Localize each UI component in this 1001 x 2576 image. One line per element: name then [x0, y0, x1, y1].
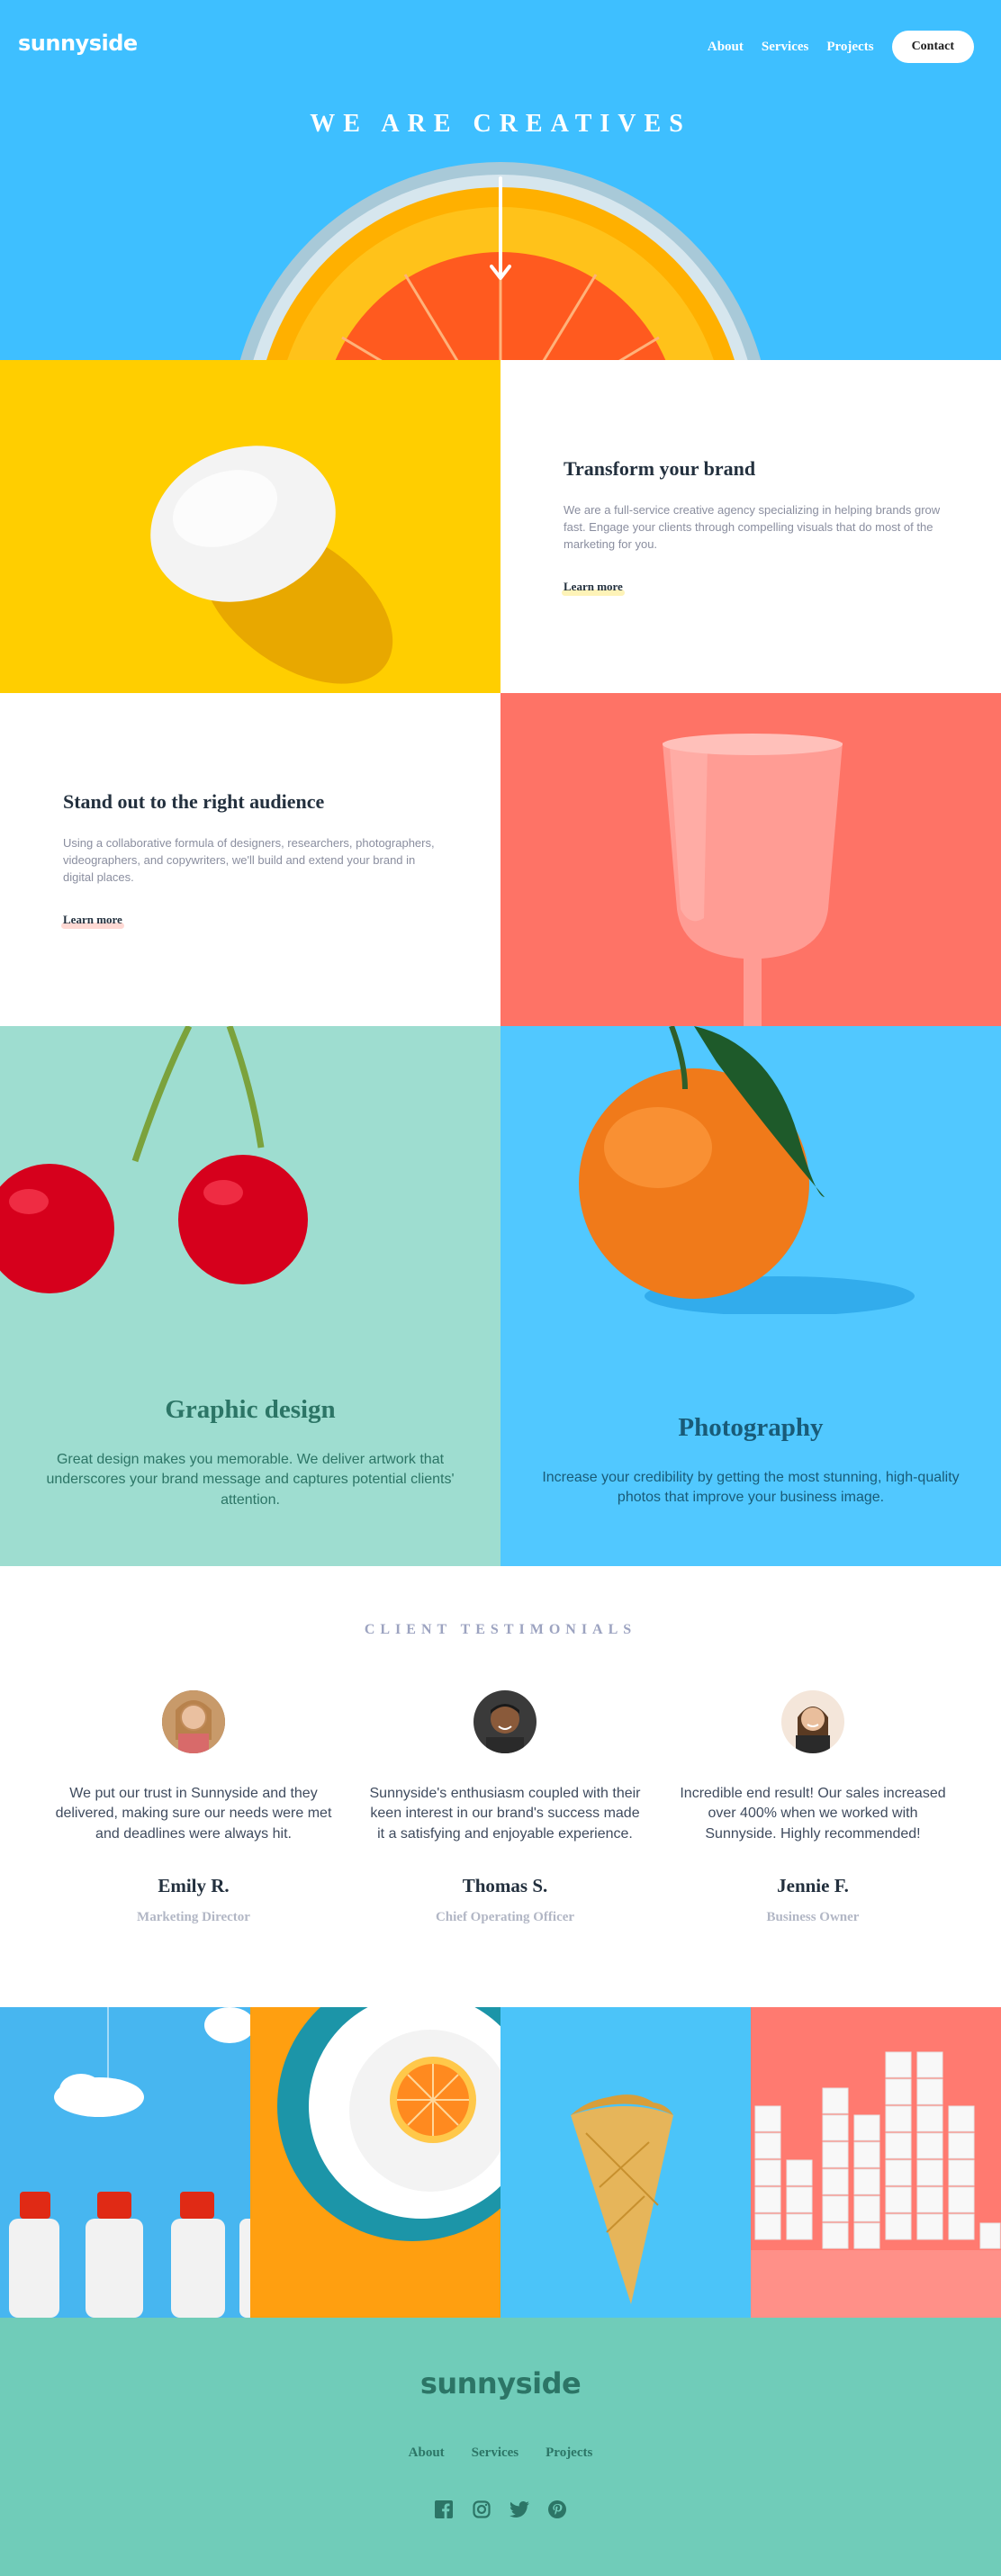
- testimonials-section: CLIENT TESTIMONIALS We put our trust in …: [0, 1566, 1001, 2007]
- testimonial-quote: We put our trust in Sunnyside and they d…: [55, 1786, 332, 1842]
- orange-fruit-image: [579, 1026, 915, 1314]
- graphic-design-text: Great design makes you memorable. We del…: [46, 1452, 455, 1508]
- photography-title: Photography: [678, 1413, 824, 1442]
- graphic-design-card: Graphic design Great design makes you me…: [0, 1026, 500, 1566]
- arrow-down-icon[interactable]: [490, 176, 511, 283]
- photography-card: Photography Increase your credibility by…: [500, 1026, 1001, 1566]
- footer-nav-about[interactable]: About: [409, 2445, 445, 2461]
- learn-more-link[interactable]: Learn more: [61, 912, 124, 929]
- footer-logo[interactable]: sunnyside: [0, 2366, 1001, 2400]
- logo[interactable]: sunnyside: [18, 31, 138, 56]
- graphic-design-title: Graphic design: [165, 1395, 336, 1424]
- transform-brand-title: Transform your brand: [564, 457, 756, 480]
- hero-section: sunnyside About Services Projects Contac…: [0, 0, 1001, 360]
- testimonial-role: Business Owner: [766, 1910, 860, 1925]
- social-links: [0, 2499, 1001, 2519]
- testimonial-role: Marketing Director: [137, 1910, 250, 1925]
- testimonials-title: CLIENT TESTIMONIALS: [364, 1622, 637, 1637]
- transform-brand-text: We are a full-service creative agency sp…: [564, 503, 941, 551]
- main-nav: About Services Projects Contact: [708, 31, 974, 63]
- footer: sunnyside About Services Projects: [0, 2318, 1001, 2576]
- stand-out-title: Stand out to the right audience: [63, 790, 325, 813]
- gallery-section: [0, 2007, 1001, 2318]
- pinterest-icon[interactable]: [547, 2499, 567, 2519]
- hero-title: WE ARE CREATIVES: [310, 110, 691, 138]
- facebook-icon[interactable]: [434, 2499, 454, 2519]
- testimonial-card: Incredible end result! Our sales increas…: [673, 1690, 952, 1925]
- testimonial-quote: Sunnyside's enthusiasm coupled with thei…: [369, 1786, 641, 1842]
- egg-image: [0, 360, 500, 693]
- testimonial-name: Thomas S.: [462, 1875, 548, 1897]
- cup-image: [500, 693, 1001, 1026]
- footer-nav-projects[interactable]: Projects: [546, 2445, 592, 2461]
- learn-more-label: Learn more: [564, 579, 623, 593]
- gallery-ice-cream-cone: [500, 2007, 751, 2318]
- testimonial-quote: Incredible end result! Our sales increas…: [680, 1786, 946, 1842]
- footer-nav: About Services Projects: [0, 2445, 1001, 2461]
- gallery-milk-bottles: [0, 2007, 250, 2318]
- learn-more-label: Learn more: [63, 912, 122, 926]
- photography-text: Increase your credibility by getting the…: [542, 1470, 960, 1506]
- avatar-thomas: [473, 1690, 537, 1753]
- nav-services[interactable]: Services: [762, 40, 808, 55]
- testimonial-card: We put our trust in Sunnyside and they d…: [54, 1690, 333, 1925]
- testimonial-role: Chief Operating Officer: [435, 1910, 575, 1925]
- testimonial-name: Jennie F.: [777, 1875, 849, 1897]
- contact-button[interactable]: Contact: [891, 31, 974, 63]
- nav-about[interactable]: About: [708, 40, 744, 55]
- gallery-sugar-cubes: [751, 2007, 1001, 2318]
- stand-out-text: Using a collaborative formula of designe…: [63, 836, 435, 884]
- learn-more-link[interactable]: Learn more: [562, 579, 625, 596]
- footer-nav-services[interactable]: Services: [472, 2445, 519, 2461]
- nav-projects[interactable]: Projects: [826, 40, 873, 55]
- gallery-orange-plate: [250, 2007, 500, 2318]
- cherries-image: [0, 1026, 308, 1293]
- stand-out-section: Stand out to the right audience Using a …: [0, 693, 500, 1026]
- avatar-emily: [162, 1690, 225, 1753]
- instagram-icon[interactable]: [472, 2499, 491, 2519]
- testimonial-card: Sunnyside's enthusiasm coupled with thei…: [365, 1690, 645, 1925]
- transform-brand-section: Transform your brand We are a full-servi…: [500, 360, 1001, 693]
- testimonial-name: Emily R.: [158, 1875, 230, 1897]
- avatar-jennie: [781, 1690, 844, 1753]
- twitter-icon[interactable]: [510, 2499, 529, 2519]
